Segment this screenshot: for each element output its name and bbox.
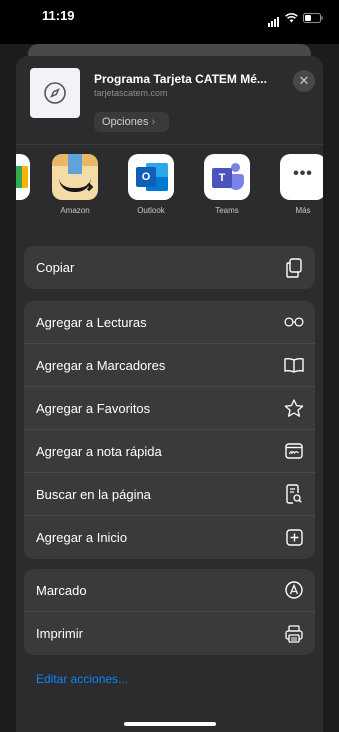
action-add-to-home[interactable]: Agregar a Inicio — [24, 516, 315, 559]
compass-icon — [44, 82, 66, 104]
options-label: Opciones — [102, 116, 149, 128]
app-amazon[interactable]: Amazon — [44, 154, 106, 215]
partial-app-icon[interactable] — [16, 154, 30, 200]
amazon-icon — [52, 154, 98, 200]
action-group-copy: Copiar — [24, 246, 315, 289]
header-divider — [16, 144, 323, 145]
action-favorites[interactable]: Agregar a Favoritos — [24, 387, 315, 430]
page-url: tarjetascatem.com — [94, 88, 168, 98]
action-markup[interactable]: Marcado — [24, 569, 315, 612]
teams-icon: T — [204, 154, 250, 200]
copy-icon — [284, 257, 304, 278]
wifi-icon — [285, 13, 298, 23]
teams-letter: T — [212, 168, 232, 188]
app-teams[interactable]: T Teams — [196, 154, 258, 215]
page-thumbnail — [30, 68, 80, 118]
action-find-in-page[interactable]: Buscar en la página — [24, 473, 315, 516]
app-label: Outlook — [137, 206, 165, 215]
action-group-add: Agregar a Lecturas Agregar a Marcadores … — [24, 301, 315, 559]
action-label: Agregar a nota rápida — [36, 443, 162, 459]
chevron-right-icon: › — [151, 116, 156, 128]
status-bar: 11:19 — [0, 0, 339, 44]
share-sheet: Programa Tarjeta CATEM Mé... tarjetascat… — [16, 56, 323, 732]
action-label: Agregar a Marcadores — [36, 357, 166, 373]
add-square-icon — [284, 528, 304, 548]
close-button[interactable]: ✕ — [293, 70, 315, 92]
action-copy[interactable]: Copiar — [24, 246, 315, 289]
home-indicator[interactable] — [124, 722, 216, 726]
app-label: Más — [295, 206, 311, 215]
status-icons — [268, 9, 323, 27]
app-label: Amazon — [60, 206, 90, 215]
status-time: 11:19 — [42, 8, 75, 23]
more-icon: ••• — [280, 154, 323, 200]
edit-actions-link[interactable]: Editar acciones... — [36, 672, 128, 686]
printer-icon — [284, 624, 304, 644]
find-in-page-icon — [284, 484, 304, 504]
action-print[interactable]: Imprimir — [24, 612, 315, 655]
glasses-icon — [284, 312, 304, 332]
book-icon — [284, 355, 304, 375]
quick-note-icon — [284, 441, 304, 461]
markup-icon — [284, 580, 304, 600]
action-label: Marcado — [36, 582, 87, 598]
app-label: Teams — [215, 206, 239, 215]
action-quick-note[interactable]: Agregar a nota rápida — [24, 430, 315, 473]
action-label: Agregar a Inicio — [36, 530, 128, 545]
star-icon — [284, 398, 304, 418]
apps-row: Amazon O Outlook T Teams ••• Más — [16, 154, 323, 234]
app-outlook[interactable]: O Outlook — [120, 154, 182, 215]
action-label: Agregar a Lecturas — [36, 314, 147, 330]
action-reading-list[interactable]: Agregar a Lecturas — [24, 301, 315, 344]
screen: 11:19 Programa Tarjeta CATEM Mé... tarje… — [0, 0, 339, 732]
share-header: Programa Tarjeta CATEM Mé... tarjetascat… — [16, 56, 323, 144]
options-button[interactable]: Opciones › — [94, 112, 170, 132]
action-label: Buscar en la página — [36, 486, 151, 502]
cellular-signal-icon — [268, 9, 280, 27]
action-label: Imprimir — [36, 626, 83, 641]
action-label: Copiar — [36, 260, 75, 275]
action-label: Agregar a Favoritos — [36, 400, 151, 416]
action-bookmarks[interactable]: Agregar a Marcadores — [24, 344, 315, 387]
battery-icon — [303, 13, 323, 23]
page-title: Programa Tarjeta CATEM Mé... — [94, 72, 267, 86]
action-group-other: Marcado Imprimir — [24, 569, 315, 655]
outlook-icon: O — [128, 154, 174, 200]
outlook-letter: O — [136, 167, 156, 187]
app-more[interactable]: ••• Más — [272, 154, 323, 215]
